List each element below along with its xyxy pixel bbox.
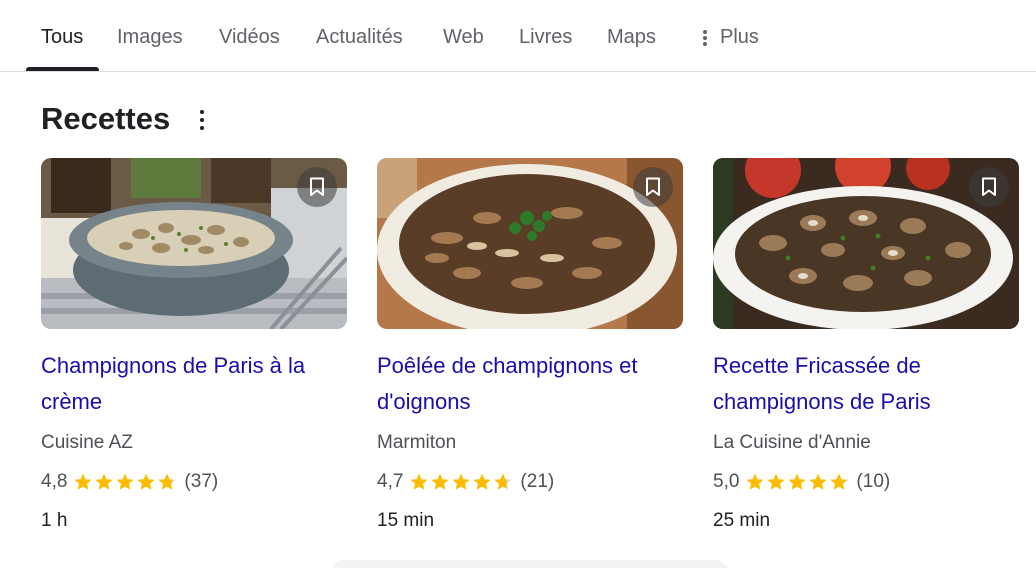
star-icon [452, 473, 471, 490]
tab-books[interactable]: Livres [519, 26, 572, 49]
star-icon [788, 473, 807, 490]
tab-more-label: Plus [720, 26, 759, 48]
recipe-title-link[interactable]: Champignons de Paris à la crème [41, 348, 341, 420]
save-recipe-button[interactable] [297, 167, 337, 207]
star-icon [158, 473, 177, 490]
show-more-button[interactable] [330, 560, 730, 568]
active-tab-indicator [26, 67, 99, 71]
recipe-thumbnail[interactable] [377, 158, 683, 329]
tab-maps[interactable]: Maps [607, 26, 656, 49]
recipe-rating: 5,0 (10) [713, 471, 890, 493]
recipe-time: 15 min [377, 510, 435, 531]
rating-stars [745, 472, 850, 492]
section-more-options-icon[interactable] [193, 108, 211, 132]
star-icon [410, 473, 429, 490]
bookmark-icon [982, 177, 996, 196]
rating-value: 4,7 [377, 471, 404, 492]
rating-value: 5,0 [713, 471, 740, 492]
recipe-rating: 4,7 (21) [377, 471, 554, 493]
bookmark-icon [310, 177, 324, 196]
recipe-card: Poêlée de champignons et d'oignons Marmi… [377, 158, 683, 538]
review-count: (21) [520, 471, 555, 492]
star-icon [116, 473, 135, 490]
star-icon [137, 473, 156, 490]
review-count: (10) [856, 471, 891, 492]
recipe-thumbnail[interactable] [713, 158, 1019, 329]
star-icon [74, 473, 93, 490]
recipe-card: Champignons de Paris à la crème Cuisine … [41, 158, 347, 538]
star-icon [809, 473, 828, 490]
tab-all[interactable]: Tous [41, 26, 83, 49]
recipe-source: Cuisine AZ [41, 432, 133, 453]
save-recipe-button[interactable] [633, 167, 673, 207]
tab-news[interactable]: Actualités [316, 26, 403, 49]
section-title: Recettes [41, 101, 171, 136]
rating-stars [73, 472, 178, 492]
recipe-rating: 4,8 (37) [41, 471, 218, 493]
star-icon [431, 473, 450, 490]
bookmark-icon [646, 177, 660, 196]
star-icon [494, 473, 513, 490]
recipe-time: 25 min [713, 510, 771, 531]
rating-stars [409, 472, 514, 492]
search-tabs-bar: Tous Images Vidéos Actualités Web Livres… [0, 0, 1036, 72]
recipe-title-link[interactable]: Recette Fricassée de champignons de Pari… [713, 348, 1013, 420]
star-icon [473, 473, 492, 490]
review-count: (37) [184, 471, 219, 492]
tab-more[interactable]: Plus [703, 26, 759, 49]
recipe-thumbnail[interactable] [41, 158, 347, 329]
tab-web[interactable]: Web [443, 26, 484, 49]
save-recipe-button[interactable] [969, 167, 1009, 207]
star-icon [95, 473, 114, 490]
star-icon [767, 473, 786, 490]
star-icon [830, 473, 849, 490]
vertical-dots-icon [703, 29, 707, 46]
tab-images[interactable]: Images [117, 26, 183, 49]
recipe-time: 1 h [41, 510, 68, 531]
recipe-source: La Cuisine d'Annie [713, 432, 871, 453]
rating-value: 4,8 [41, 471, 68, 492]
star-icon [746, 473, 765, 490]
recipe-card: Recette Fricassée de champignons de Pari… [713, 158, 1019, 538]
recipe-source: Marmiton [377, 432, 457, 453]
tab-videos[interactable]: Vidéos [219, 26, 280, 49]
recipe-title-link[interactable]: Poêlée de champignons et d'oignons [377, 348, 677, 420]
